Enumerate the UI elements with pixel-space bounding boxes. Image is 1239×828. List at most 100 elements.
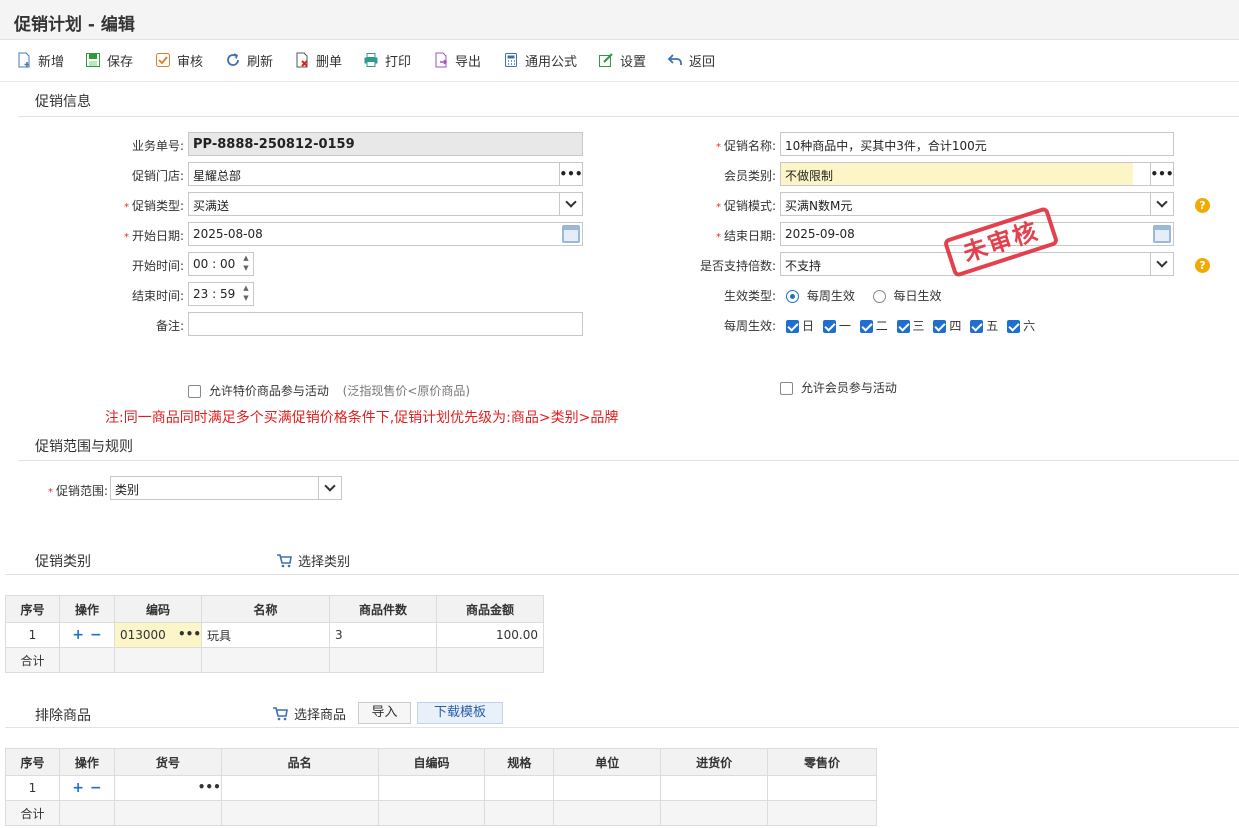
divider: [5, 574, 1239, 575]
row-actions: + −: [59, 622, 115, 648]
settings-label: 设置: [620, 54, 647, 70]
start-time-field[interactable]: 00 : 00 ▲ ▼: [188, 252, 254, 276]
weekday-checkbox[interactable]: [970, 320, 984, 333]
store-value: 星耀总部: [193, 169, 242, 183]
print-label: 打印: [385, 54, 412, 70]
weekday-checkbox[interactable]: [933, 320, 947, 333]
section-title-scope: 促销范围与规则: [35, 439, 133, 455]
promo-name-label: * 促销名称:: [715, 139, 776, 153]
store-picker-button[interactable]: •••: [559, 163, 582, 185]
audit-label: 审核: [177, 54, 204, 70]
start-time-value: 00 : 00: [193, 257, 236, 271]
code-cell[interactable]: 013000 •••: [114, 622, 202, 648]
end-date-label: * 结束日期:: [715, 229, 776, 243]
add-row-icon[interactable]: +: [72, 780, 84, 796]
promo-type-label: * 促销类型:: [123, 199, 184, 213]
divider: [18, 116, 1239, 117]
section-title-exclude: 排除商品: [35, 708, 91, 724]
weekday-checkbox[interactable]: [896, 320, 910, 333]
column-header: 零售价: [767, 748, 877, 776]
column-header: 名称: [201, 595, 330, 623]
qty-cell[interactable]: 3: [329, 622, 437, 648]
weekday-checkbox[interactable]: [786, 320, 799, 333]
member-type-field[interactable]: 不做限制 •••: [780, 162, 1174, 186]
divider: [5, 727, 1239, 728]
promo-mode-label: * 促销模式:: [715, 199, 776, 213]
scope-select[interactable]: 类别: [110, 476, 342, 500]
amount-cell[interactable]: 100.00: [436, 622, 544, 648]
weekly-days-label: 每周生效:: [723, 319, 776, 333]
daily-radio[interactable]: [872, 290, 886, 303]
multiple-value: 不支持: [785, 259, 822, 273]
start-date-value: 2025-08-08: [193, 227, 263, 241]
delete-label: 删单: [316, 54, 343, 70]
remark-input[interactable]: [188, 312, 583, 336]
store-field[interactable]: 星耀总部 •••: [188, 162, 583, 186]
code-picker-button[interactable]: •••: [178, 627, 201, 641]
chevron-down-icon[interactable]: [1150, 253, 1173, 275]
remove-row-icon[interactable]: −: [90, 780, 102, 796]
column-header: 操作: [58, 748, 115, 776]
chevron-down-icon[interactable]: [559, 193, 582, 215]
allow-member-label: 允许会员参与活动: [800, 381, 897, 395]
weekday-checkbox[interactable]: [859, 320, 873, 333]
end-time-field[interactable]: 23 : 59 ▲ ▼: [188, 282, 254, 306]
chevron-down-icon[interactable]: [318, 477, 341, 499]
weekday-checkbox[interactable]: [1007, 320, 1021, 333]
effect-type-label: 生效类型:: [723, 289, 776, 303]
import-button[interactable]: 导入: [358, 702, 411, 724]
select-goods-button[interactable]: 选择商品: [272, 704, 346, 723]
promo-mode-select[interactable]: 买满N数M元: [780, 192, 1174, 216]
calendar-icon[interactable]: [1150, 223, 1173, 245]
weekday-label: 二: [875, 319, 888, 333]
start-date-label: * 开始日期:: [123, 229, 184, 243]
column-header: 商品件数: [329, 595, 437, 623]
table-row: 1 + − •••: [5, 775, 877, 801]
back-button[interactable]: 返回: [667, 50, 715, 70]
scope-label: * 促销范围:: [47, 484, 108, 498]
divider: [18, 460, 1239, 461]
refresh-icon: [227, 53, 239, 66]
table-row: 1 + − 013000 ••• 玩具 3 100.00: [5, 622, 544, 648]
download-template-button[interactable]: 下载模板: [417, 702, 503, 724]
audit-check-icon: [156, 53, 170, 67]
time-spinner[interactable]: ▲ ▼: [239, 283, 253, 305]
row-number: 1: [5, 775, 60, 801]
item-no-cell[interactable]: •••: [113, 775, 222, 801]
save-button[interactable]: 保存: [85, 50, 133, 70]
help-icon[interactable]: ?: [1195, 258, 1210, 273]
print-button[interactable]: 打印: [363, 50, 411, 70]
remove-row-icon[interactable]: −: [90, 627, 102, 643]
audit-button[interactable]: 审核: [155, 50, 203, 70]
total-label: 合计: [5, 800, 60, 826]
export-button[interactable]: 导出: [433, 50, 481, 70]
help-icon[interactable]: ?: [1195, 198, 1210, 213]
select-category-label: 选择类别: [298, 555, 351, 570]
allow-member-checkbox[interactable]: [780, 382, 793, 395]
time-spinner[interactable]: ▲ ▼: [239, 253, 253, 275]
item-picker-button[interactable]: •••: [198, 780, 221, 794]
category-table: 序号 操作 编码 名称 商品件数 商品金额 1 + − 013000 ••• 玩具 …: [5, 595, 544, 673]
multiple-label: 是否支持倍数:: [699, 259, 776, 273]
column-header: 品名: [220, 748, 379, 776]
delete-order-button[interactable]: 删单: [294, 50, 342, 70]
select-category-button[interactable]: 选择类别: [276, 551, 350, 570]
back-label: 返回: [689, 54, 716, 70]
new-label: 新增: [38, 54, 65, 70]
weekday-checkbox[interactable]: [822, 320, 836, 333]
member-type-picker-button[interactable]: •••: [1150, 163, 1173, 185]
weekly-radio[interactable]: [786, 290, 799, 303]
start-date-field[interactable]: 2025-08-08: [188, 222, 583, 246]
formula-button[interactable]: 通用公式: [503, 50, 577, 70]
order-no-field: PP-8888-250812-0159: [188, 132, 583, 156]
promo-type-select[interactable]: 买满送: [188, 192, 583, 216]
select-goods-label: 选择商品: [294, 708, 347, 723]
new-button[interactable]: 新增: [16, 50, 64, 70]
calendar-icon[interactable]: [559, 223, 582, 245]
promo-name-input[interactable]: 10种商品中，买其中3件，合计100元: [780, 132, 1174, 156]
chevron-down-icon[interactable]: [1150, 193, 1173, 215]
allow-special-checkbox[interactable]: [188, 385, 201, 398]
refresh-button[interactable]: 刷新: [225, 50, 273, 70]
settings-button[interactable]: 设置: [598, 50, 646, 70]
add-row-icon[interactable]: +: [72, 627, 84, 643]
